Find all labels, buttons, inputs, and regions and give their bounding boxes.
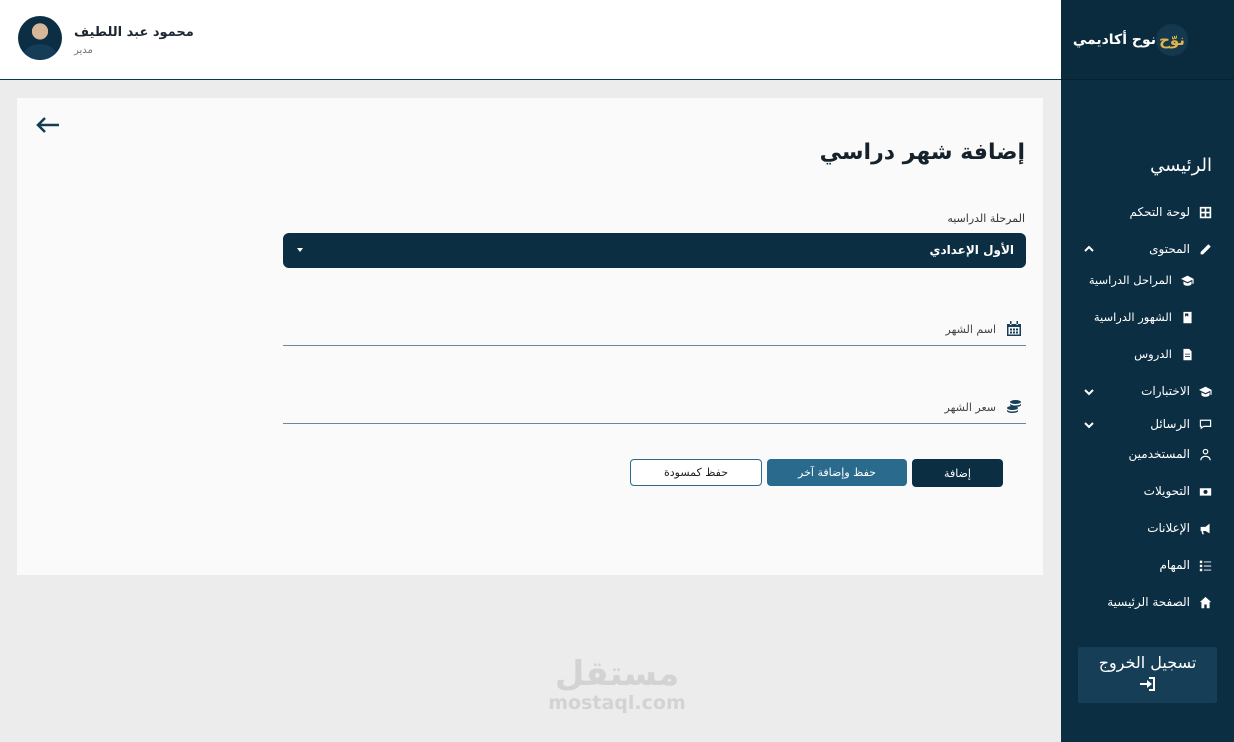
- tasks-icon: [1198, 558, 1212, 572]
- sidebar-item-content[interactable]: المحتوى: [1149, 237, 1212, 261]
- sidebar-item-label: التحويلات: [1143, 484, 1190, 498]
- brand-name[interactable]: نوح أكاديمي: [1073, 32, 1156, 48]
- graduation-cap-icon: [1180, 273, 1194, 287]
- add-button[interactable]: إضافة: [912, 459, 1003, 487]
- back-arrow-icon[interactable]: [35, 116, 61, 134]
- graduation-cap-icon: [1198, 384, 1212, 398]
- grid-icon: [1198, 205, 1212, 219]
- home-icon: [1198, 595, 1212, 609]
- top-header: محمود عبد اللطيف مدير: [0, 0, 1061, 80]
- sidebar-item-label: المحتوى: [1149, 242, 1190, 256]
- calendar-icon: [1006, 321, 1022, 337]
- sidebar-item-stages[interactable]: المراحل الدراسية: [1089, 268, 1194, 292]
- sidebar-item-label: الصفحة الرئيسية: [1107, 595, 1190, 609]
- sidebar-item-label: الإعلانات: [1147, 521, 1190, 535]
- month-name-placeholder: اسم الشهر: [945, 323, 996, 336]
- chevron-down-icon[interactable]: [1083, 416, 1095, 429]
- sidebar-item-lessons[interactable]: الدروس: [1134, 342, 1194, 366]
- sidebar-item-label: الاختبارات: [1141, 384, 1190, 398]
- pencil-icon: [1198, 242, 1212, 256]
- caret-down-icon: [297, 248, 303, 252]
- chevron-up-icon[interactable]: [1083, 240, 1095, 252]
- sidebar-item-label: لوحة التحكم: [1129, 205, 1191, 219]
- stage-select[interactable]: الأول الإعدادي: [283, 233, 1026, 268]
- sidebar: نوّح نوح أكاديمي الرئيسي لوحة التحكم الم…: [1061, 0, 1234, 742]
- user-icon: [1198, 447, 1212, 461]
- sidebar-item-transfers[interactable]: التحويلات: [1144, 479, 1212, 503]
- avatar[interactable]: [18, 16, 62, 60]
- sidebar-item-exams[interactable]: الاختبارات: [1141, 379, 1212, 403]
- sidebar-item-label: الشهور الدراسية: [1093, 310, 1172, 324]
- stage-label: المرحلة الدراسيه: [947, 212, 1025, 225]
- month-price-placeholder: سعر الشهر: [944, 401, 996, 414]
- user-profile[interactable]: محمود عبد اللطيف مدير: [18, 16, 194, 60]
- save-and-add-another-button[interactable]: حفظ وإضافة آخر: [767, 459, 907, 486]
- sidebar-item-dashboard[interactable]: لوحة التحكم: [1130, 200, 1213, 224]
- month-name-field[interactable]: اسم الشهر: [283, 316, 1026, 346]
- file-icon: [1180, 347, 1194, 361]
- form-card: إضافة شهر دراسي المرحلة الدراسيه الأول ا…: [17, 98, 1043, 575]
- sidebar-item-ads[interactable]: الإعلانات: [1147, 516, 1212, 540]
- sidebar-item-home[interactable]: الصفحة الرئيسية: [1107, 590, 1212, 614]
- sidebar-item-label: الرسائل: [1150, 417, 1190, 431]
- chat-icon: [1198, 417, 1212, 431]
- logout-label: تسجيل الخروج: [1098, 653, 1197, 672]
- sidebar-item-messages[interactable]: الرسائل: [1150, 412, 1212, 436]
- month-name-input[interactable]: [283, 318, 943, 342]
- coins-icon: [1006, 399, 1022, 415]
- sidebar-section-title: الرئيسي: [1150, 155, 1212, 176]
- brand-logo[interactable]: نوّح: [1156, 24, 1188, 56]
- month-price-input[interactable]: [283, 396, 943, 420]
- user-name: محمود عبد اللطيف: [74, 25, 194, 40]
- user-role: مدير: [74, 45, 93, 56]
- megaphone-icon: [1198, 521, 1212, 535]
- sign-in-icon: [1139, 675, 1157, 693]
- sidebar-item-tasks[interactable]: المهام: [1159, 553, 1212, 577]
- sidebar-item-months[interactable]: الشهور الدراسية: [1094, 305, 1194, 329]
- watermark: مستقل mostaql.com: [542, 655, 692, 713]
- book-icon: [1180, 310, 1194, 324]
- logout-button[interactable]: تسجيل الخروج: [1078, 647, 1217, 703]
- money-icon: [1198, 484, 1212, 498]
- watermark-arabic: مستقل: [554, 654, 680, 694]
- save-as-draft-button[interactable]: حفظ كمسودة: [630, 459, 762, 486]
- sidebar-item-label: الدروس: [1134, 347, 1172, 361]
- sidebar-item-label: المراحل الدراسية: [1088, 273, 1172, 287]
- page-title: إضافة شهر دراسي: [819, 140, 1025, 165]
- sidebar-item-label: المستخدمين: [1128, 447, 1190, 461]
- sidebar-item-label: المهام: [1159, 558, 1190, 572]
- month-price-field[interactable]: سعر الشهر: [283, 394, 1026, 424]
- stage-select-value: الأول الإعدادي: [929, 243, 1014, 257]
- sidebar-header: نوّح نوح أكاديمي: [1061, 0, 1234, 80]
- watermark-latin: mostaql.com: [548, 692, 686, 714]
- chevron-down-icon[interactable]: [1083, 383, 1095, 396]
- sidebar-item-users[interactable]: المستخدمين: [1129, 442, 1212, 466]
